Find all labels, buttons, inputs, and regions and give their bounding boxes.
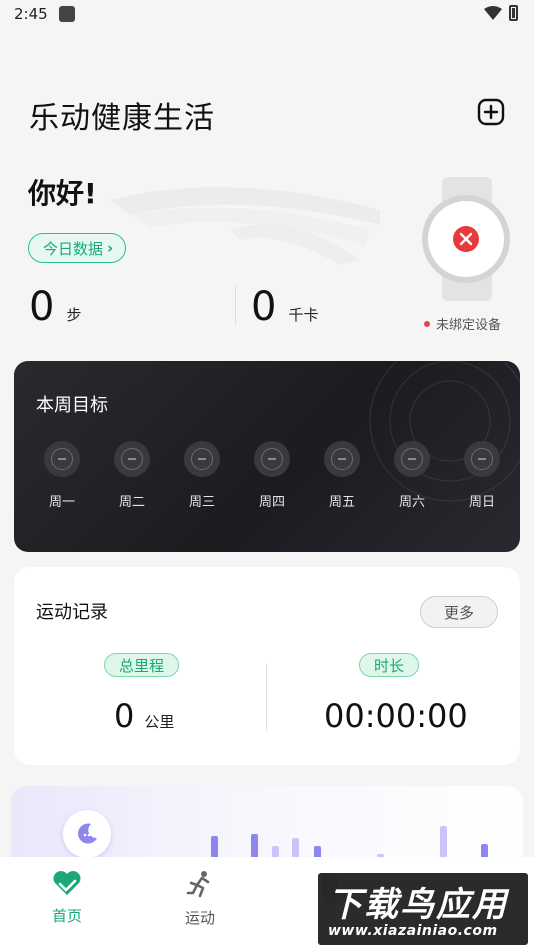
status-bar: 2:45 (0, 0, 534, 30)
nav-home[interactable]: 首页 (27, 869, 107, 926)
battery-icon (509, 5, 518, 21)
watermark-logo: 下载鸟应用 www.xiazainiao.com (318, 873, 528, 945)
plus-square-icon[interactable] (477, 98, 505, 126)
track-decoration (110, 187, 380, 265)
day-label: 周一 (48, 495, 75, 510)
notification-app-icon (59, 6, 75, 22)
day-tuesday: 周二 (112, 441, 152, 510)
nav-sport-label: 运动 (184, 909, 215, 927)
day-friday: 周五 (322, 441, 362, 510)
calories-unit: 千卡 (288, 306, 319, 324)
record-divider (266, 663, 267, 731)
day-label: 周二 (118, 495, 145, 510)
minus-circle-icon (464, 441, 500, 477)
nav-sport[interactable]: 运动 (160, 869, 240, 928)
day-saturday: 周六 (392, 441, 432, 510)
steps-stat: 0 步 (29, 284, 81, 330)
minus-circle-icon (184, 441, 220, 477)
watch-unbound-icon[interactable] (418, 177, 514, 301)
app-title: 乐动健康生活 (29, 101, 215, 136)
running-icon (186, 871, 210, 898)
minus-circle-icon (324, 441, 360, 477)
distance-stat: 0 公里 (114, 697, 174, 735)
day-label: 周三 (188, 495, 215, 510)
minus-circle-icon (114, 441, 150, 477)
status-dot (424, 320, 430, 327)
watermark-text: 下载鸟应用 (328, 885, 508, 925)
day-label: 周六 (398, 495, 425, 510)
stat-divider (235, 286, 236, 324)
minus-circle-icon (394, 441, 430, 477)
device-status-text: 未绑定设备 (436, 318, 502, 333)
calories-stat: 0 千卡 (251, 284, 318, 330)
exercise-record-title: 运动记录 (36, 602, 108, 623)
calories-value: 0 (251, 284, 277, 330)
weekday-list: 周一 周二 周三 周四 周五 周六 周日 (42, 441, 502, 510)
today-data-button[interactable]: 今日数据 › (28, 233, 127, 263)
day-label: 周五 (328, 495, 355, 510)
minus-circle-icon (44, 441, 80, 477)
steps-unit: 步 (66, 306, 82, 324)
duration-value: 00:00:00 (324, 697, 468, 735)
nav-home-label: 首页 (51, 907, 82, 925)
today-data-label: 今日数据 (43, 239, 104, 258)
wifi-icon (484, 6, 502, 20)
day-sunday: 周日 (462, 441, 502, 510)
day-label: 周日 (468, 495, 495, 510)
device-status: 未绑定设备 (424, 314, 501, 333)
day-monday: 周一 (42, 441, 82, 510)
day-label: 周四 (258, 495, 285, 510)
day-thursday: 周四 (252, 441, 292, 510)
distance-value: 0 (114, 697, 135, 735)
chevron-right-icon: › (107, 239, 114, 257)
duration-label: 时长 (359, 653, 420, 677)
greeting: 你好! (28, 177, 97, 210)
steps-value: 0 (29, 284, 55, 330)
more-button[interactable]: 更多 (420, 596, 498, 628)
watermark-url: www.xiazainiao.com (328, 923, 498, 939)
heart-icon (53, 871, 81, 895)
weekly-goal-title: 本周目标 (36, 395, 108, 416)
day-wednesday: 周三 (182, 441, 222, 510)
status-time: 2:45 (14, 5, 48, 23)
weekly-goal-card[interactable]: 本周目标 周一 周二 周三 周四 周五 周六 周日 (14, 361, 520, 552)
distance-label: 总里程 (104, 653, 180, 677)
minus-circle-icon (254, 441, 290, 477)
distance-unit: 公里 (144, 713, 175, 731)
exercise-record-card: 运动记录 更多 总里程 时长 0 公里 00:00:00 (14, 567, 520, 765)
